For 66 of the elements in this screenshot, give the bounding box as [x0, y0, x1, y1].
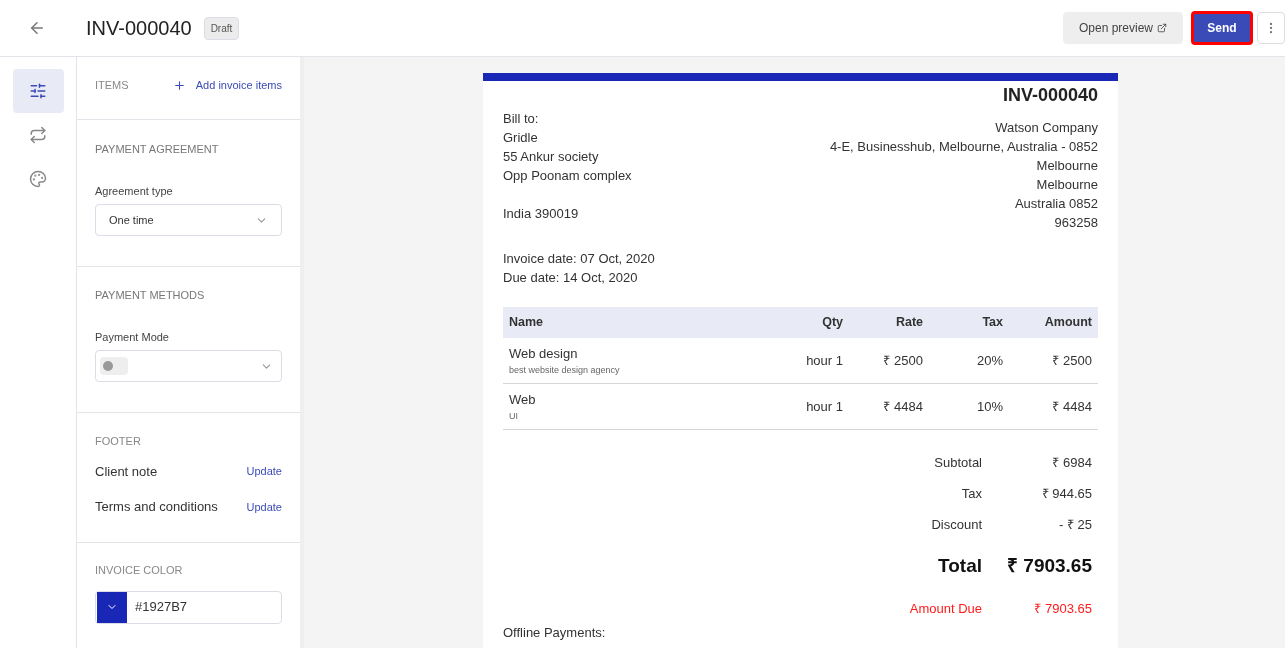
item-name: Web design [509, 345, 579, 363]
total-label: Discount [930, 515, 982, 534]
field-label: Payment Mode [95, 329, 170, 345]
open-preview-button[interactable]: Open preview [1062, 12, 1183, 44]
address-line: Melbourne [1036, 157, 1098, 175]
offline-payments-heading: Offline Payments: [503, 626, 607, 640]
update-link[interactable]: Update [246, 498, 282, 515]
column-header: Qty [822, 314, 843, 332]
table-cell-text: 20% [976, 351, 1003, 370]
item-description: UI [509, 409, 519, 423]
total-value: - ₹ 25 [1058, 515, 1092, 534]
section-heading: PAYMENT AGREEMENT [95, 142, 220, 157]
section-heading: ITEMS [95, 78, 129, 93]
agreement-type-select[interactable]: One time [95, 204, 282, 236]
total-label: Amount Due [908, 599, 982, 618]
address-line: 4-E, Businesshub, Melbourne, Australia - 0852 [829, 138, 1098, 156]
back-button[interactable] [28, 19, 46, 37]
toggle-switch[interactable] [100, 357, 128, 375]
column-header: Tax [982, 314, 1003, 332]
table-cell-text: hour 1 [806, 351, 843, 370]
total-value: ₹ 944.65 [1040, 484, 1092, 503]
address-line: India 390019 [503, 205, 580, 223]
table-cell-text: 10% [976, 397, 1003, 416]
address-line: 55 Ankur society [503, 148, 600, 166]
address-line: Melbourne [1036, 176, 1098, 194]
bill-to-label: Bill to: [503, 110, 540, 128]
total-value: ₹ 6984 [1051, 453, 1092, 472]
item-description: best website design agency [509, 363, 621, 377]
invoice-date: Invoice date: 07 Oct, 2020 [503, 250, 656, 268]
table-cell-text: hour 1 [806, 397, 843, 416]
address-line: Gridle [503, 129, 539, 147]
invoice-number: INV-000040 [1002, 84, 1098, 107]
column-header: Name [509, 314, 544, 332]
table-cell-text: ₹ 4484 [1052, 397, 1092, 416]
table-cell-text: ₹ 2500 [1052, 351, 1092, 370]
color-field[interactable]: #1927B7 [95, 590, 282, 624]
column-header: Rate [895, 314, 923, 332]
footer-label: Terms and conditions [95, 498, 218, 516]
due-date: Due date: 14 Oct, 2020 [503, 269, 639, 287]
total-label: Total [937, 553, 982, 578]
color-swatch[interactable] [97, 591, 127, 623]
table-cell-text: ₹ 4484 [883, 397, 923, 416]
total-value: ₹ 7903.65 [1006, 553, 1092, 578]
address-line: Australia 0852 [1014, 195, 1098, 213]
section-heading: PAYMENT METHODS [95, 288, 206, 303]
sliders-icon[interactable] [12, 69, 64, 113]
field-label: Agreement type [95, 183, 174, 199]
status-badge: Draft [203, 16, 240, 40]
item-name: Web [509, 391, 537, 409]
total-label: Tax [960, 484, 982, 503]
total-label: Subtotal [933, 453, 982, 472]
section-heading: FOOTER [95, 434, 142, 449]
plus-icon [172, 78, 186, 92]
column-header: Amount [1044, 314, 1092, 332]
total-value: ₹ 7903.65 [1033, 599, 1092, 618]
update-link[interactable]: Update [246, 463, 282, 480]
address-line: Opp Poonam complex [503, 167, 632, 185]
section-heading: INVOICE COLOR [95, 563, 184, 578]
add-items-link[interactable]: Add invoice items [172, 77, 282, 94]
address-line: 963258 [1054, 214, 1098, 232]
address-line: Watson Company [995, 119, 1098, 137]
external-link-icon [1157, 23, 1167, 33]
send-button[interactable]: Send [1191, 11, 1253, 45]
page-title: INV-000040 [86, 16, 192, 41]
footer-label: Client note [95, 462, 158, 481]
table-cell-text: ₹ 2500 [883, 351, 923, 370]
